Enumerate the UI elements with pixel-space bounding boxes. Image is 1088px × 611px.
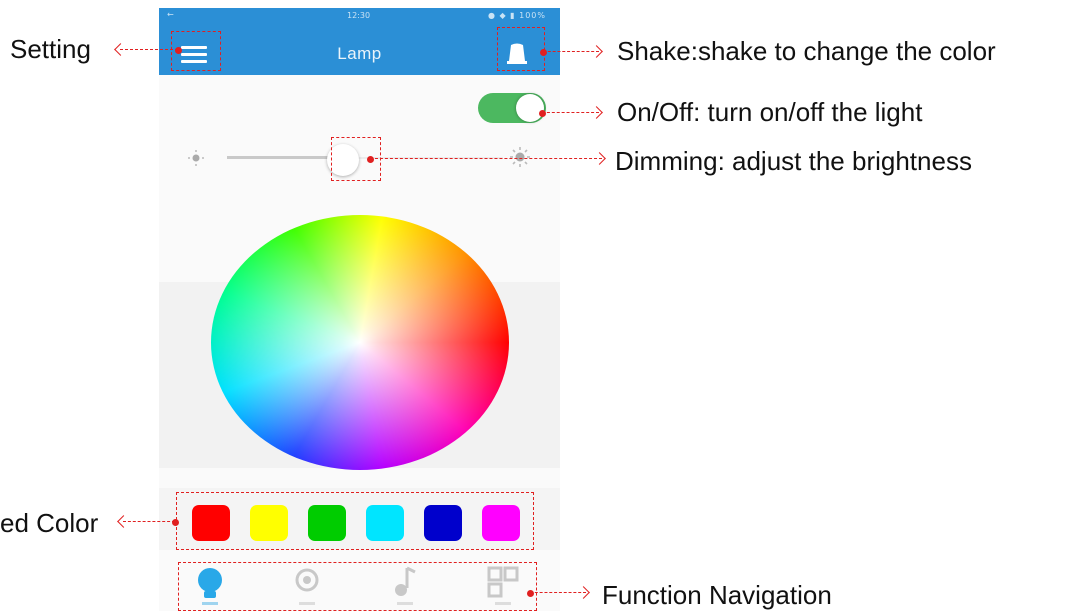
dimming-leader xyxy=(370,158,602,159)
brightness-slider-fill xyxy=(227,156,343,159)
shake-arrow xyxy=(590,45,603,58)
color-wheel[interactable] xyxy=(211,215,509,470)
dimming-label: Dimming: adjust the brightness xyxy=(615,146,972,176)
setting-dot xyxy=(174,46,182,54)
brightness-high-icon xyxy=(510,147,530,167)
setting-arrow xyxy=(114,43,127,56)
navigation-dot xyxy=(526,589,534,597)
setting-label: Setting xyxy=(10,34,91,64)
preset-label: ed Color xyxy=(0,508,99,538)
preset-leader xyxy=(123,521,175,522)
shake-label: Shake:shake to change the color xyxy=(617,36,996,66)
setting-leader xyxy=(120,49,178,50)
dimming-dot xyxy=(366,155,374,163)
dimming-highlight-box xyxy=(331,137,381,181)
shake-highlight-box xyxy=(497,27,545,71)
status-back-icon: ← xyxy=(167,10,174,19)
navigation-arrow xyxy=(577,586,590,599)
navigation-label: Function Navigation xyxy=(602,580,832,610)
onoff-label: On/Off: turn on/off the light xyxy=(617,97,923,127)
preset-highlight-box xyxy=(176,492,534,550)
status-icons: ● ◆ ▮ 100% xyxy=(487,11,546,20)
status-bar: ← 12:30 ● ◆ ▮ 100% xyxy=(159,8,560,24)
status-time: 12:30 xyxy=(347,11,371,20)
onoff-arrow xyxy=(590,106,603,119)
shake-dot xyxy=(539,48,547,56)
preset-dot xyxy=(171,518,179,526)
onoff-dot xyxy=(538,109,546,117)
brightness-low-icon xyxy=(188,150,204,166)
preset-arrow xyxy=(117,515,130,528)
dimming-arrow xyxy=(593,152,606,165)
power-toggle-knob[interactable] xyxy=(516,94,544,122)
navigation-highlight-box xyxy=(178,562,537,611)
